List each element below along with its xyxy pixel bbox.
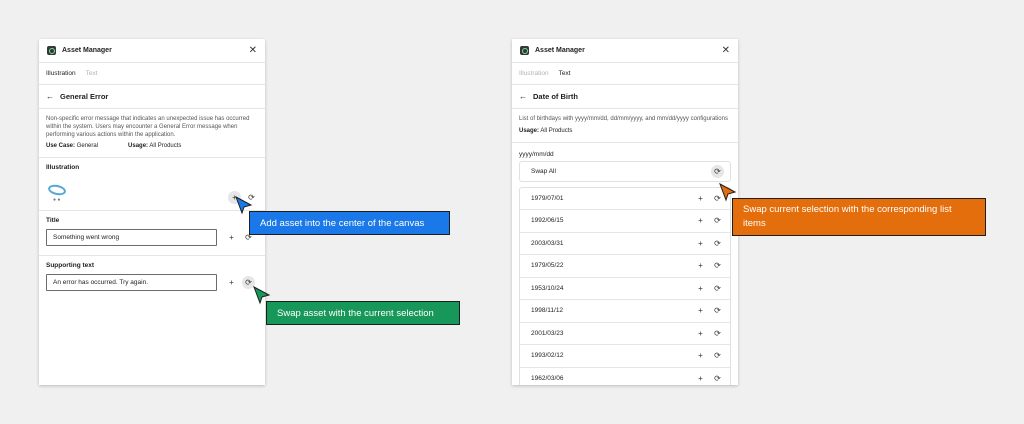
group-label: yyyy/mm/dd	[519, 150, 554, 158]
title-section: Title Something went wrong + ⟳	[39, 211, 265, 257]
add-item-plus-icon[interactable]: +	[694, 282, 707, 295]
back-arrow-icon[interactable]: ←	[46, 92, 54, 101]
description-text: Non-specific error message that indicate…	[46, 116, 250, 138]
list-item-value: 1979/07/01	[531, 194, 564, 202]
list-item: 1962/03/06 + ⟳	[520, 368, 730, 385]
swap-item-icon[interactable]: ⟳	[711, 259, 724, 272]
description-block: Non-specific error message that indicate…	[39, 109, 265, 159]
app-logo-icon	[520, 46, 529, 55]
cursor-orange-icon	[719, 182, 737, 202]
add-item-plus-icon[interactable]: +	[694, 214, 707, 227]
error-illustration-thumbnail[interactable]: ● ●	[46, 182, 68, 204]
close-icon[interactable]: ✕	[249, 45, 257, 56]
use-case-value: General	[76, 143, 99, 150]
list-item: 1979/07/01 + ⟳	[520, 188, 730, 211]
app-title: Asset Manager	[535, 47, 585, 54]
swap-all-row: Swap All ⟳	[519, 160, 731, 182]
swap-all-label: Swap All	[531, 167, 556, 175]
dots-shape: ● ●	[53, 197, 61, 204]
date-list: 1979/07/01 + ⟳ 1992/06/15 + ⟳ 2003/03/31 + ⟳ 1979…	[519, 186, 731, 385]
usage-value: All Products	[540, 127, 573, 134]
use-case-label: Use Case:	[46, 143, 76, 150]
tooltip-swap-asset: Swap asset with the current selection	[266, 301, 460, 325]
supporting-text-field[interactable]: An error has occurred. Try again.	[46, 274, 217, 292]
list-item-value: 1953/10/24	[531, 284, 564, 292]
titlebar: Asset Manager ✕	[39, 39, 265, 63]
supporting-section: Supporting text An error has occurred. T…	[39, 256, 265, 298]
add-item-plus-icon[interactable]: +	[694, 237, 707, 250]
tab-bar: Illustration Text	[39, 63, 265, 85]
usage: Usage: All Products	[128, 143, 181, 151]
page-title: Date of Birth	[533, 92, 578, 101]
add-item-plus-icon[interactable]: +	[694, 192, 707, 205]
illustration-label: Illustration	[46, 164, 80, 172]
title-field-row: Something went wrong + ⟳	[46, 229, 258, 247]
ring-shape	[47, 183, 67, 197]
title-label: Title	[46, 217, 60, 225]
usage-label: Usage:	[519, 127, 540, 134]
tooltip-swap-list: Swap current selection with the correspo…	[732, 198, 986, 236]
list-item: 1998/11/12 + ⟳	[520, 300, 730, 323]
asset-manager-panel-right: Asset Manager ✕ Illustration Text ← Date…	[512, 39, 738, 385]
tab-illustration[interactable]: Illustration	[519, 70, 549, 77]
tab-text[interactable]: Text	[559, 70, 571, 77]
add-item-plus-icon[interactable]: +	[694, 327, 707, 340]
tab-illustration[interactable]: Illustration	[46, 70, 76, 77]
swap-item-icon[interactable]: ⟳	[711, 304, 724, 317]
add-item-plus-icon[interactable]: +	[694, 372, 707, 385]
list-item: 1993/02/12 + ⟳	[520, 345, 730, 368]
close-icon[interactable]: ✕	[722, 45, 730, 56]
app-title: Asset Manager	[62, 47, 112, 54]
list-item-value: 1992/06/15	[531, 217, 564, 225]
list-item-value: 1979/05/22	[531, 262, 564, 270]
swap-item-icon[interactable]: ⟳	[711, 237, 724, 250]
back-header: ← Date of Birth	[512, 85, 738, 109]
usage-label: Usage:	[128, 143, 149, 150]
add-item-plus-icon[interactable]: +	[694, 349, 707, 362]
use-case: Use Case: General	[46, 143, 98, 151]
usage: Usage: All Products	[519, 128, 572, 136]
cursor-blue-icon	[235, 195, 253, 215]
illustration-row: ● ● + ⟳	[46, 176, 258, 205]
supporting-field-row: An error has occurred. Try again. + ⟳	[46, 274, 258, 292]
list-item-value: 2001/03/23	[531, 329, 564, 337]
meta-row: Usage: All Products	[519, 128, 731, 136]
list-item-value: 1993/02/12	[531, 352, 564, 360]
back-header: ← General Error	[39, 85, 265, 109]
add-item-plus-icon[interactable]: +	[694, 304, 707, 317]
cursor-green-icon	[253, 285, 271, 305]
swap-item-icon[interactable]: ⟳	[711, 327, 724, 340]
meta-row: Use Case: General Usage: All Products	[46, 143, 258, 151]
description-text: List of birthdays with yyyy/mm/dd, dd/mm…	[519, 116, 728, 122]
swap-all-icon[interactable]: ⟳	[711, 164, 724, 178]
list-item-value: 1998/11/12	[531, 307, 564, 315]
asset-manager-panel-left: Asset Manager ✕ Illustration Text ← Gene…	[39, 39, 265, 385]
titlebar: Asset Manager ✕	[512, 39, 738, 63]
list-item: 1992/06/15 + ⟳	[520, 210, 730, 233]
tooltip-add-asset: Add asset into the center of the canvas	[249, 211, 450, 235]
swap-item-icon[interactable]: ⟳	[711, 349, 724, 362]
list-item-value: 2003/03/31	[531, 239, 564, 247]
illustration-section: Illustration ● ● + ⟳	[39, 158, 265, 212]
add-supporting-plus-icon[interactable]: +	[225, 276, 238, 289]
list-item: 2001/03/23 + ⟳	[520, 323, 730, 346]
swap-item-icon[interactable]: ⟳	[711, 372, 724, 385]
title-field[interactable]: Something went wrong	[46, 229, 217, 247]
swap-item-icon[interactable]: ⟳	[711, 282, 724, 295]
usage-value: All Products	[149, 143, 182, 150]
tab-text[interactable]: Text	[86, 70, 98, 77]
add-item-plus-icon[interactable]: +	[694, 259, 707, 272]
swap-item-icon[interactable]: ⟳	[711, 214, 724, 227]
tab-bar: Illustration Text	[512, 63, 738, 85]
list-item: 2003/03/31 + ⟳	[520, 233, 730, 256]
description-block: List of birthdays with yyyy/mm/dd, dd/mm…	[512, 109, 738, 143]
app-logo-icon	[47, 46, 56, 55]
page-title: General Error	[60, 92, 109, 101]
list-item: 1953/10/24 + ⟳	[520, 278, 730, 301]
back-arrow-icon[interactable]: ←	[519, 92, 527, 101]
add-title-plus-icon[interactable]: +	[225, 231, 238, 244]
list-item-value: 1962/03/06	[531, 374, 564, 382]
supporting-label: Supporting text	[46, 262, 95, 270]
list-item: 1979/05/22 + ⟳	[520, 255, 730, 278]
